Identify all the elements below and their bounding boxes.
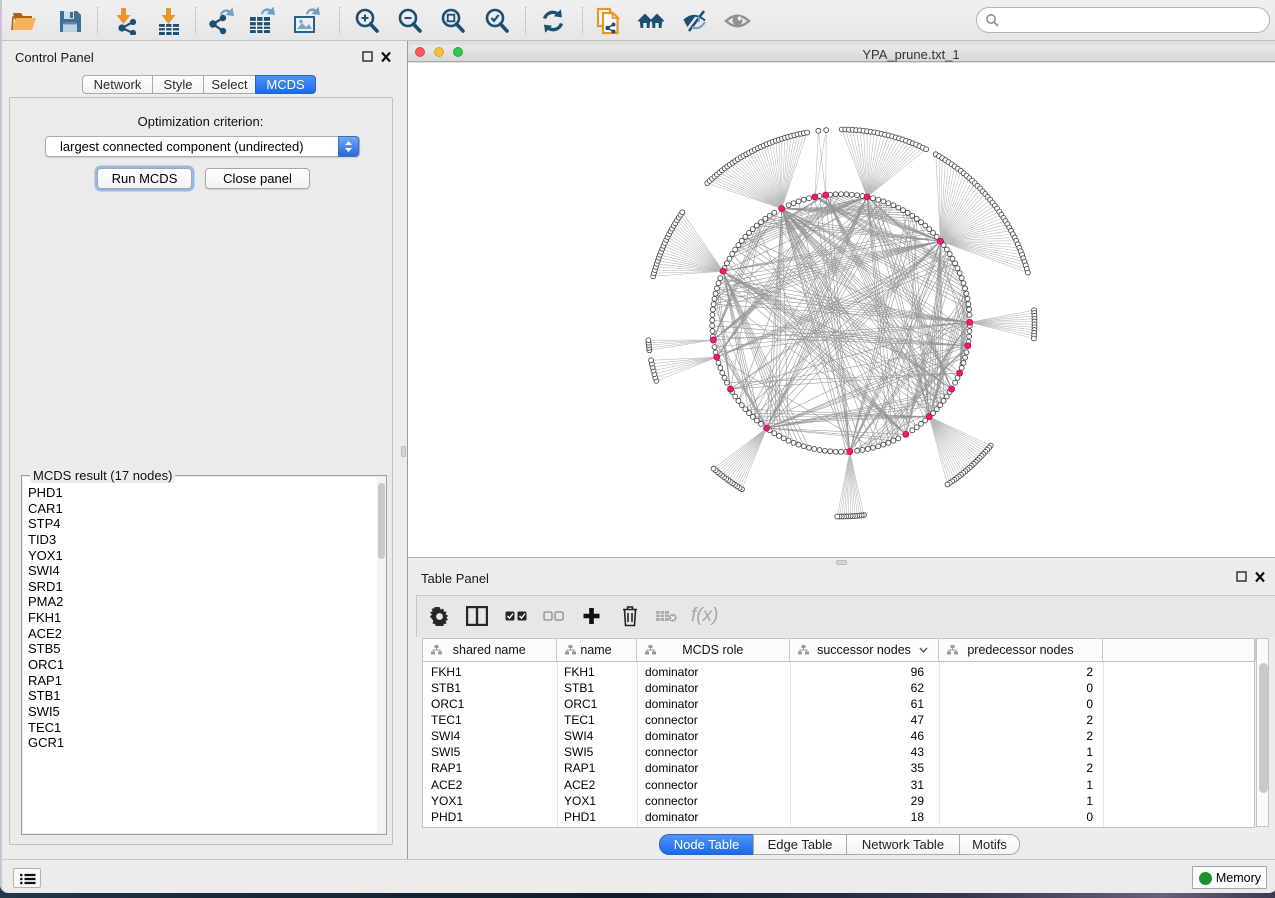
svg-text:f(x): f(x) [691, 605, 718, 626]
